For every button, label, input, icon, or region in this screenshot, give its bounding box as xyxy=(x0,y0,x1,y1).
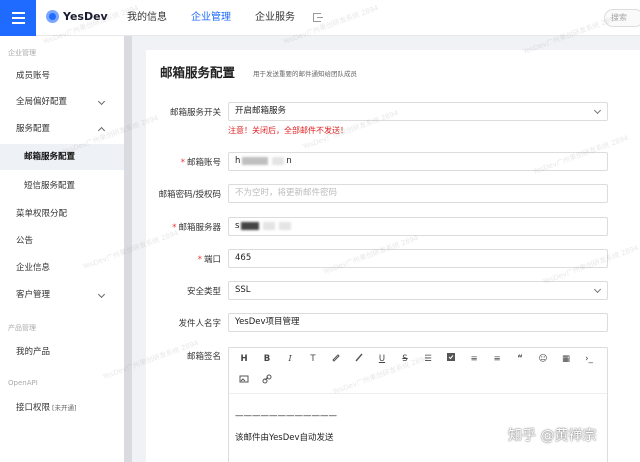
redacted-text xyxy=(242,156,269,165)
email-server-input[interactable]: s xyxy=(228,217,608,236)
sidebar-item-label: 接口权限 xyxy=(16,403,51,413)
italic-icon[interactable]: I xyxy=(283,352,297,366)
sidebar-item-my-products[interactable]: 我的产品 xyxy=(0,339,124,365)
sidebar-scrollbar[interactable] xyxy=(124,36,132,462)
exit-icon[interactable] xyxy=(313,13,323,22)
menu-icon[interactable] xyxy=(0,0,36,36)
heading-icon[interactable]: H xyxy=(237,352,251,366)
chevron-down-icon xyxy=(97,97,106,106)
logo[interactable]: YesDev xyxy=(46,10,108,23)
sidebar-item-enterprise-info[interactable]: 企业信息 xyxy=(0,255,124,281)
sidebar-item-api-permissions[interactable]: 接口权限 [未开通] xyxy=(0,395,124,421)
chevron-up-icon xyxy=(97,126,106,135)
logo-icon xyxy=(46,10,59,23)
emoji-icon[interactable]: ☺ xyxy=(536,352,550,366)
redacted-text xyxy=(263,221,276,230)
switch-label: 邮箱服务开关 xyxy=(169,108,221,118)
checkbox-icon[interactable] xyxy=(444,352,458,366)
redacted-text xyxy=(279,221,292,230)
security-label: 安全类型 xyxy=(186,287,221,297)
warning-text: 注意！关闭后，全部邮件不发送！ xyxy=(228,126,348,135)
nav-enterprise-service[interactable]: 企业服务 xyxy=(255,0,295,36)
sidebar-item-sms-config[interactable]: 短信服务配置 xyxy=(0,173,124,199)
sidebar-group-product: 产品管理 xyxy=(8,324,36,332)
sidebar-item-email-config[interactable]: 邮箱服务配置 xyxy=(0,144,124,170)
server-label: * 邮箱服务器 xyxy=(172,223,221,233)
page-subtitle: 用于发送重要的邮件通知给团队成员 xyxy=(253,70,357,78)
redacted-text xyxy=(241,221,260,230)
sidebar-item-global-prefs[interactable]: 全局偏好配置 xyxy=(0,89,124,115)
sidebar-item-announcement[interactable]: 公告 xyxy=(0,228,124,254)
email-service-switch-select[interactable]: 开启邮箱服务 xyxy=(228,102,608,121)
table-icon[interactable]: ▦ xyxy=(559,352,573,366)
sidebar-item-service-config[interactable]: 服务配置 xyxy=(0,116,124,142)
chevron-down-icon xyxy=(593,285,602,294)
brush-icon[interactable] xyxy=(352,352,366,366)
chevron-down-icon xyxy=(97,290,106,299)
sender-name-input[interactable]: YesDev项目管理 xyxy=(228,313,608,332)
port-label: * 端口 xyxy=(197,255,221,265)
strikethrough-icon[interactable]: S xyxy=(398,352,412,366)
indent-icon[interactable]: ≡ xyxy=(467,352,481,366)
font-size-icon[interactable]: T xyxy=(306,352,320,366)
chevron-down-icon xyxy=(593,106,602,115)
link-icon[interactable] xyxy=(260,374,274,388)
select-value: 开启邮箱服务 xyxy=(235,106,287,116)
signature-text: 该邮件由YesDev自动发送 xyxy=(235,433,334,443)
email-config-panel: 邮箱服务配置 用于发送重要的邮件通知给团队成员 邮箱服务开关 开启邮箱服务 注意… xyxy=(146,50,640,462)
editor-toolbar: H B I T U S ☰ ≡ ≡ “ ☺ ▦ ›_ xyxy=(229,348,607,394)
nav-my-info[interactable]: 我的信息 xyxy=(127,0,167,36)
logo-text: YesDev xyxy=(63,10,108,23)
email-password-input[interactable]: 不为空时，将更新邮件密码 xyxy=(228,184,608,203)
align-icon[interactable]: ≡ xyxy=(490,352,504,366)
highlight-icon[interactable] xyxy=(329,352,343,366)
image-icon[interactable] xyxy=(237,374,251,388)
redacted-text xyxy=(272,156,285,165)
email-account-input[interactable]: hn xyxy=(228,152,608,171)
bullet-list-icon[interactable]: ☰ xyxy=(421,352,435,366)
sidebar-item-label: 服务配置 xyxy=(16,124,51,134)
sidebar-group-enterprise: 企业管理 xyxy=(8,49,36,57)
port-input[interactable]: 465 xyxy=(228,249,608,268)
sidebar: 企业管理 成员账号 全局偏好配置 服务配置 邮箱服务配置 短信服务配置 菜单权限… xyxy=(0,36,124,462)
select-value: SSL xyxy=(235,285,251,295)
footer-watermark: 知乎 @黄禅宗 xyxy=(508,428,597,444)
signature-line: ———————————— xyxy=(235,411,337,421)
password-label: 邮箱密码/授权码 xyxy=(158,190,221,200)
sidebar-item-members[interactable]: 成员账号 xyxy=(0,63,124,89)
sidebar-group-openapi: OpenAPI xyxy=(8,379,38,387)
code-icon[interactable]: ›_ xyxy=(582,352,596,366)
sidebar-item-customers[interactable]: 客户管理 xyxy=(0,282,124,308)
quote-icon[interactable]: “ xyxy=(513,352,527,366)
page-title: 邮箱服务配置 xyxy=(160,65,236,80)
sidebar-item-label: 客户管理 xyxy=(16,290,51,300)
account-label: * 邮箱账号 xyxy=(180,158,221,168)
sidebar-item-menu-permissions[interactable]: 菜单权限分配 xyxy=(0,201,124,227)
top-bar: YesDev 我的信息 企业管理 企业服务 搜索 xyxy=(0,0,640,36)
search-input[interactable]: 搜索 xyxy=(604,9,640,27)
status-badge: [未开通] xyxy=(52,404,77,412)
security-type-select[interactable]: SSL xyxy=(228,281,608,300)
bold-icon[interactable]: B xyxy=(260,352,274,366)
nav-enterprise-management[interactable]: 企业管理 xyxy=(191,0,231,36)
underline-icon[interactable]: U xyxy=(375,352,389,366)
signature-label: 邮箱签名 xyxy=(186,352,221,362)
sender-label: 发件人名字 xyxy=(178,319,221,329)
sidebar-item-label: 全局偏好配置 xyxy=(16,97,68,107)
